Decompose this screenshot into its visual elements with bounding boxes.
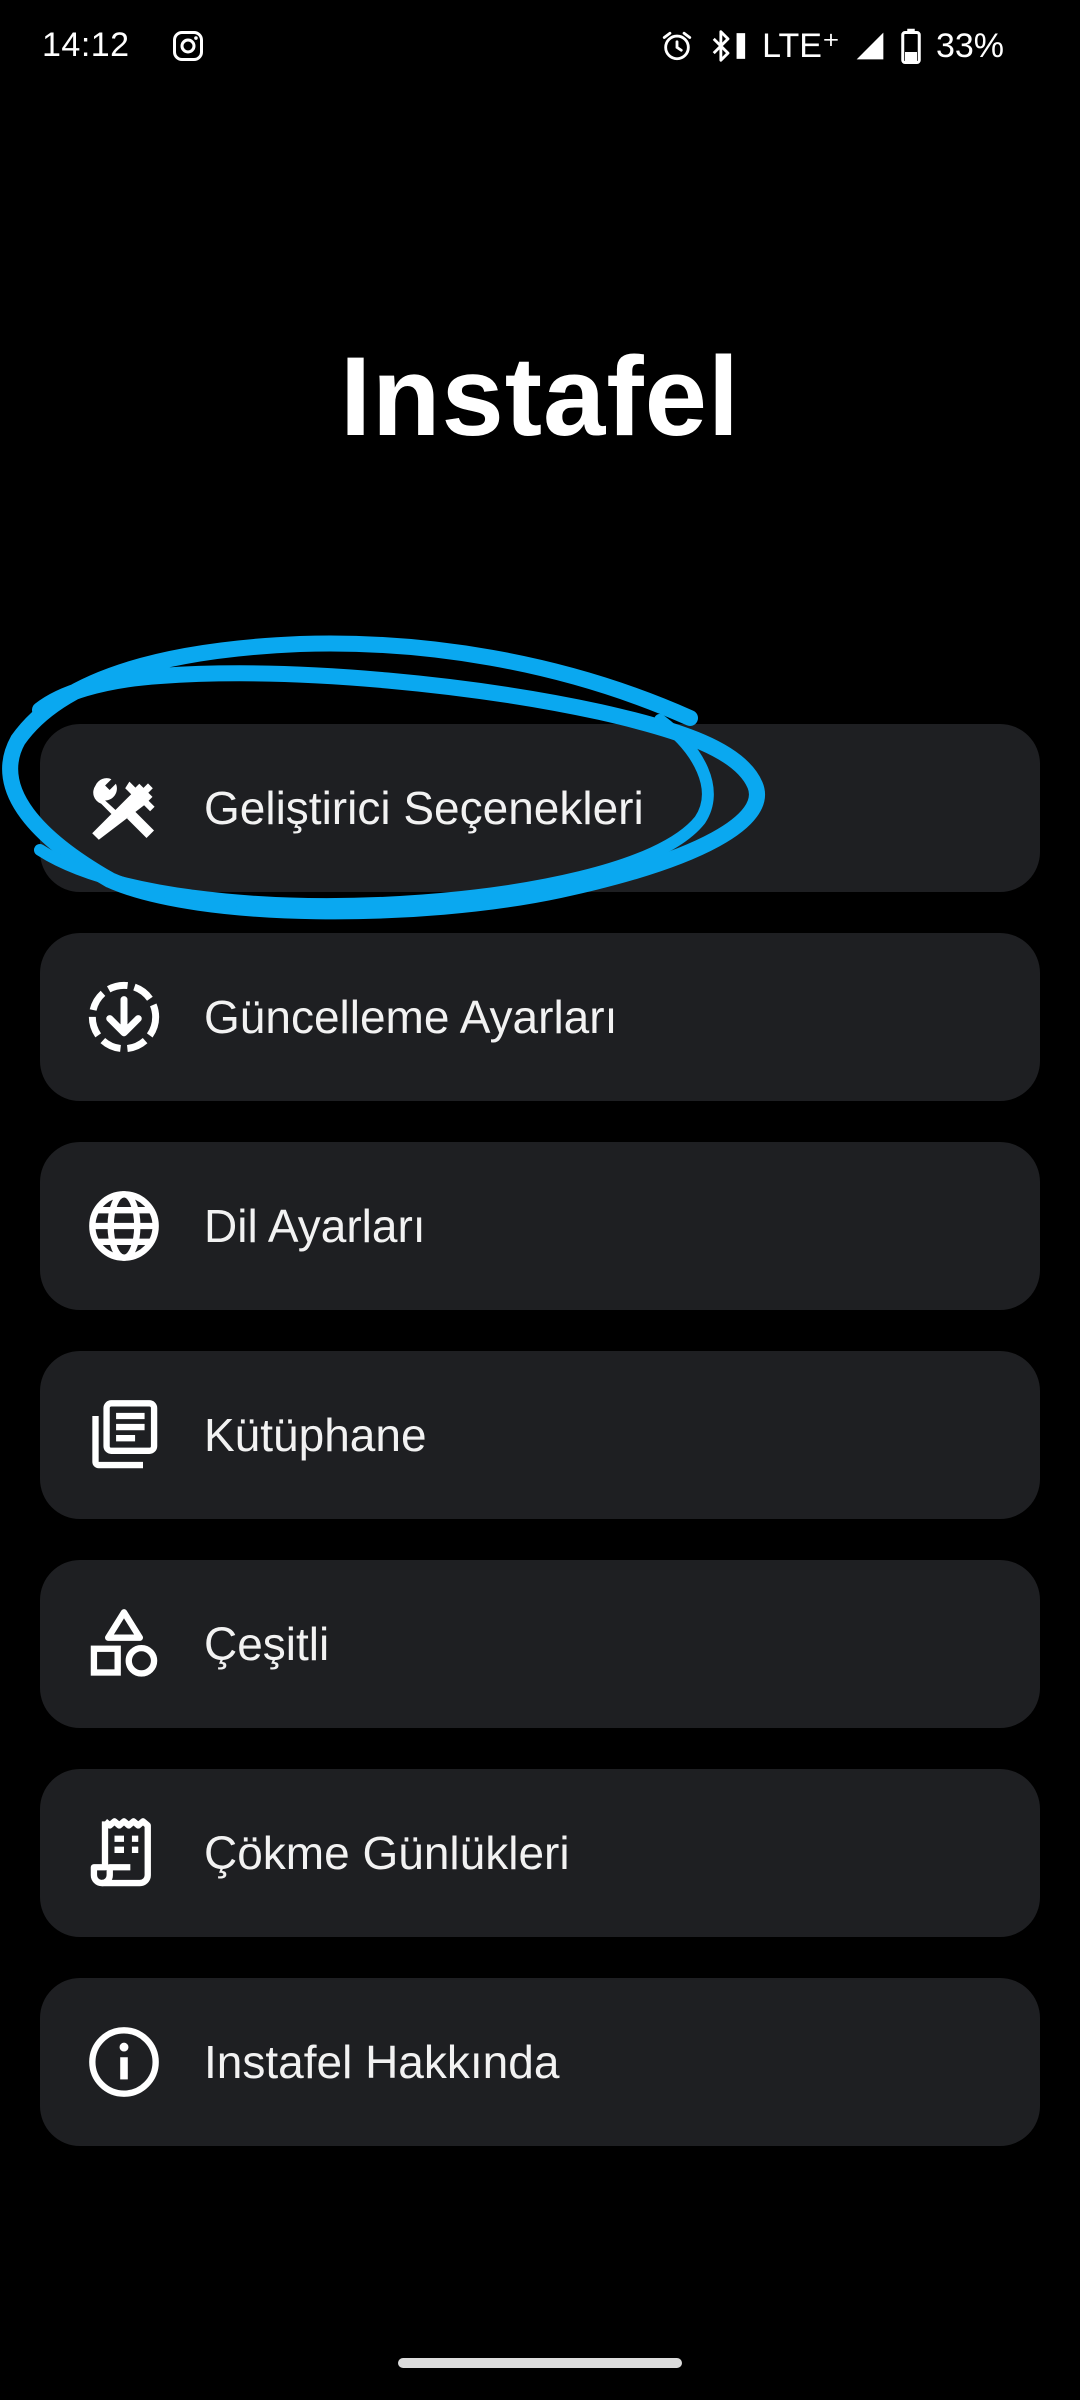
gesture-nav-bar[interactable]	[398, 2358, 682, 2368]
battery-icon	[901, 28, 921, 64]
menu-item-language-settings[interactable]: Dil Ayarları	[40, 1142, 1040, 1310]
menu-item-label: Geliştirici Seçenekleri	[204, 782, 644, 834]
menu-item-label: Çökme Günlükleri	[204, 1827, 570, 1879]
alarm-icon	[662, 31, 692, 61]
menu-item-label: Instafel Hakkında	[204, 2036, 560, 2088]
menu-item-update-settings[interactable]: Güncelleme Ayarları	[40, 933, 1040, 1101]
library-icon	[86, 1397, 162, 1473]
instagram-icon	[172, 30, 203, 61]
menu-item-label: Dil Ayarları	[204, 1200, 426, 1252]
menu-item-label: Kütüphane	[204, 1409, 427, 1461]
status-left: 14:12	[42, 26, 206, 65]
globe-icon	[86, 1188, 162, 1264]
menu-item-label: Güncelleme Ayarları	[204, 991, 618, 1043]
battery-level: 33%	[935, 26, 1004, 65]
menu-item-crash-logs[interactable]: Çökme Günlükleri	[40, 1769, 1040, 1937]
download-circle-icon	[86, 979, 162, 1055]
shapes-icon	[86, 1606, 162, 1682]
info-icon	[86, 2024, 162, 2100]
menu-item-developer-options[interactable]: Geliştirici Seçenekleri	[40, 724, 1040, 892]
status-bar: 14:12 LTE⁺ 33%	[0, 0, 1080, 96]
bluetooth-icon	[712, 30, 746, 62]
network-type: LTE⁺	[762, 27, 840, 65]
receipt-icon	[86, 1815, 162, 1891]
status-time: 14:12	[42, 26, 130, 64]
menu-item-label: Çeşitli	[204, 1618, 330, 1670]
menu-item-misc[interactable]: Çeşitli	[40, 1560, 1040, 1728]
signal-icon	[856, 32, 884, 60]
tools-icon	[86, 770, 162, 846]
page-title: Instafel	[339, 334, 741, 459]
status-right: LTE⁺ 33%	[660, 26, 1004, 66]
menu-item-library[interactable]: Kütüphane	[40, 1351, 1040, 1519]
menu-item-about[interactable]: Instafel Hakkında	[40, 1978, 1040, 2146]
